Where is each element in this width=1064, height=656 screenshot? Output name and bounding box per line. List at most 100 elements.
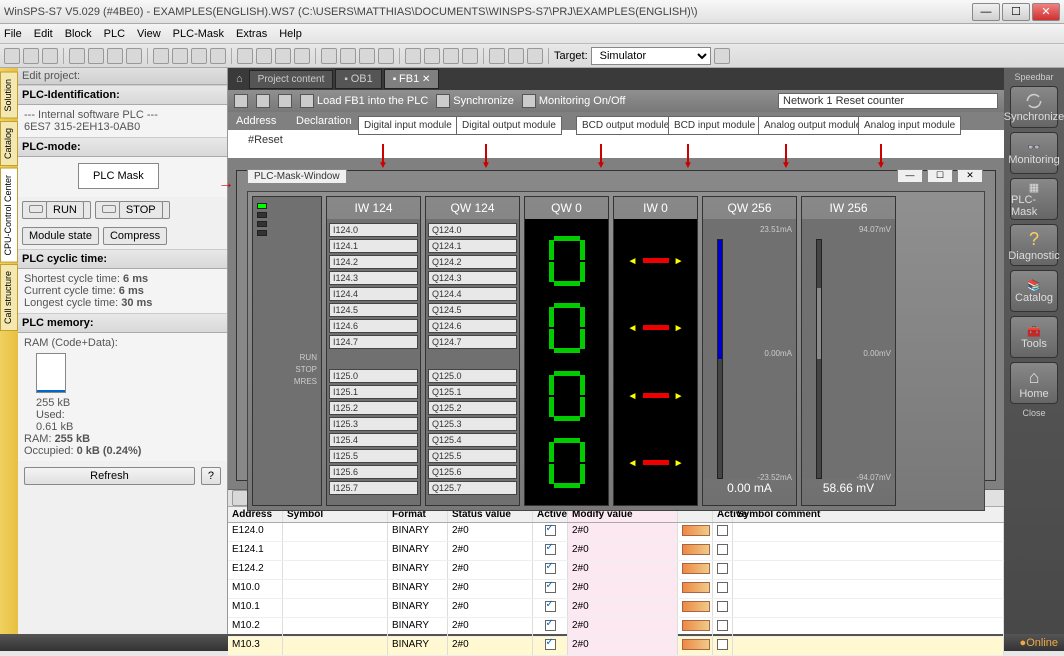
tool-icon[interactable] bbox=[508, 48, 524, 64]
io-bit[interactable]: I124.5 bbox=[329, 303, 418, 317]
speedbar-catalog[interactable]: 📚Catalog bbox=[1010, 270, 1058, 312]
io-bit[interactable]: I125.7 bbox=[329, 481, 418, 495]
speedbar-sync[interactable]: Synchronize bbox=[1010, 86, 1058, 128]
tab-catalog[interactable]: Catalog bbox=[0, 121, 18, 166]
checkbox[interactable] bbox=[717, 544, 728, 555]
speedbar-tools[interactable]: 🧰Tools bbox=[1010, 316, 1058, 358]
home-icon[interactable]: ⌂ bbox=[232, 73, 247, 85]
io-bit[interactable]: I124.7 bbox=[329, 335, 418, 349]
io-bit[interactable]: I124.0 bbox=[329, 223, 418, 237]
io-bit[interactable]: Q124.3 bbox=[428, 271, 517, 285]
modify-control[interactable] bbox=[682, 601, 710, 612]
modify-control[interactable] bbox=[682, 582, 710, 593]
checkbox[interactable] bbox=[717, 582, 728, 593]
tab-ob1[interactable]: ▪ OB1 bbox=[335, 69, 381, 89]
tool-icon[interactable] bbox=[153, 48, 169, 64]
run-button[interactable]: RUN bbox=[22, 201, 91, 219]
module-iw0[interactable]: IW 0 ◄►◄►◄►◄► bbox=[613, 196, 698, 506]
io-bit[interactable]: I124.1 bbox=[329, 239, 418, 253]
modify-control[interactable] bbox=[682, 544, 710, 555]
speedbar-monitoring[interactable]: 👓Monitoring bbox=[1010, 132, 1058, 174]
tool-icon[interactable] bbox=[714, 48, 730, 64]
modify-control[interactable] bbox=[682, 525, 710, 536]
io-bit[interactable]: Q124.2 bbox=[428, 255, 517, 269]
io-bit[interactable]: Q124.5 bbox=[428, 303, 517, 317]
monitoring-button[interactable]: Monitoring On/Off bbox=[522, 94, 626, 108]
io-bit[interactable]: Q124.1 bbox=[428, 239, 517, 253]
module-qw0[interactable]: QW 0 bbox=[524, 196, 609, 506]
tool-icon[interactable] bbox=[278, 94, 292, 108]
io-bit[interactable]: Q125.2 bbox=[428, 401, 517, 415]
tool-icon[interactable] bbox=[443, 48, 459, 64]
module-iw124[interactable]: IW 124 I124.0I124.1I124.2I124.3I124.4I12… bbox=[326, 196, 421, 506]
tool-icon[interactable] bbox=[294, 48, 310, 64]
module-qw124[interactable]: QW 124 Q124.0Q124.1Q124.2Q124.3Q124.4Q12… bbox=[425, 196, 520, 506]
io-bit[interactable]: Q125.4 bbox=[428, 433, 517, 447]
tool-icon[interactable] bbox=[405, 48, 421, 64]
io-bit[interactable]: I125.4 bbox=[329, 433, 418, 447]
tab-fb1[interactable]: ▪ FB1 ✕ bbox=[384, 69, 440, 89]
modify-control[interactable] bbox=[682, 639, 710, 650]
tool-icon[interactable] bbox=[69, 48, 85, 64]
tab-project-content[interactable]: Project content bbox=[249, 70, 334, 89]
help-button[interactable]: ? bbox=[201, 467, 221, 485]
checkbox[interactable] bbox=[717, 563, 728, 574]
tool-icon[interactable] bbox=[256, 94, 270, 108]
module-iw256[interactable]: IW 256 94.07mV 0.00mV -94.07mV 58.66 mV bbox=[801, 196, 896, 506]
io-bit[interactable]: I124.6 bbox=[329, 319, 418, 333]
modify-control[interactable] bbox=[682, 620, 710, 631]
tool-icon[interactable] bbox=[321, 48, 337, 64]
close-button[interactable]: ✕ bbox=[1032, 3, 1060, 21]
io-bit[interactable]: I125.2 bbox=[329, 401, 418, 415]
table-row[interactable]: M10.0BINARY2#02#0 bbox=[228, 580, 1004, 599]
menu-view[interactable]: View bbox=[137, 28, 161, 40]
network-field[interactable] bbox=[778, 93, 998, 109]
table-row[interactable]: E124.1BINARY2#02#0 bbox=[228, 542, 1004, 561]
tool-icon[interactable] bbox=[275, 48, 291, 64]
io-bit[interactable]: Q125.6 bbox=[428, 465, 517, 479]
io-bit[interactable]: I125.5 bbox=[329, 449, 418, 463]
tool-icon[interactable] bbox=[489, 48, 505, 64]
table-row[interactable]: E124.2BINARY2#02#0 bbox=[228, 561, 1004, 580]
checkbox[interactable] bbox=[545, 582, 556, 593]
io-bit[interactable]: Q125.1 bbox=[428, 385, 517, 399]
io-bit[interactable]: Q124.6 bbox=[428, 319, 517, 333]
checkbox[interactable] bbox=[717, 601, 728, 612]
tab-call-structure[interactable]: Call structure bbox=[0, 264, 18, 331]
menu-block[interactable]: Block bbox=[65, 28, 92, 40]
tool-icon[interactable] bbox=[340, 48, 356, 64]
io-bit[interactable]: I125.1 bbox=[329, 385, 418, 399]
tool-icon[interactable] bbox=[42, 48, 58, 64]
analog-bar[interactable] bbox=[717, 239, 723, 479]
menu-plc[interactable]: PLC bbox=[104, 28, 125, 40]
checkbox[interactable] bbox=[545, 620, 556, 631]
tool-icon[interactable] bbox=[232, 490, 248, 506]
io-bit[interactable]: Q125.7 bbox=[428, 481, 517, 495]
tool-icon[interactable] bbox=[107, 48, 123, 64]
menu-edit[interactable]: Edit bbox=[34, 28, 53, 40]
checkbox[interactable] bbox=[545, 563, 556, 574]
tool-icon[interactable] bbox=[359, 48, 375, 64]
checkbox[interactable] bbox=[717, 525, 728, 536]
menu-help[interactable]: Help bbox=[279, 28, 302, 40]
io-bit[interactable]: Q124.4 bbox=[428, 287, 517, 301]
min-icon[interactable]: — bbox=[897, 169, 923, 183]
tool-icon[interactable] bbox=[462, 48, 478, 64]
table-row[interactable]: M10.1BINARY2#02#0 bbox=[228, 599, 1004, 618]
io-bit[interactable]: I124.2 bbox=[329, 255, 418, 269]
tool-icon[interactable] bbox=[237, 48, 253, 64]
target-select[interactable]: Simulator bbox=[591, 47, 711, 65]
stop-button[interactable]: STOP bbox=[95, 201, 170, 219]
menu-extras[interactable]: Extras bbox=[236, 28, 267, 40]
tool-icon[interactable] bbox=[210, 48, 226, 64]
checkbox[interactable] bbox=[717, 620, 728, 631]
io-bit[interactable]: Q125.0 bbox=[428, 369, 517, 383]
load-button[interactable]: Load FB1 into the PLC bbox=[300, 94, 428, 108]
io-bit[interactable]: I125.0 bbox=[329, 369, 418, 383]
table-row[interactable]: M10.2BINARY2#02#0 bbox=[228, 618, 1004, 637]
tool-icon[interactable] bbox=[126, 48, 142, 64]
tab-cpu-control[interactable]: CPU-Control Center bbox=[0, 168, 18, 263]
speedbar-home[interactable]: ⌂Home bbox=[1010, 362, 1058, 404]
speedbar-diagnostic[interactable]: ?Diagnostic bbox=[1010, 224, 1058, 266]
tool-icon[interactable] bbox=[172, 48, 188, 64]
